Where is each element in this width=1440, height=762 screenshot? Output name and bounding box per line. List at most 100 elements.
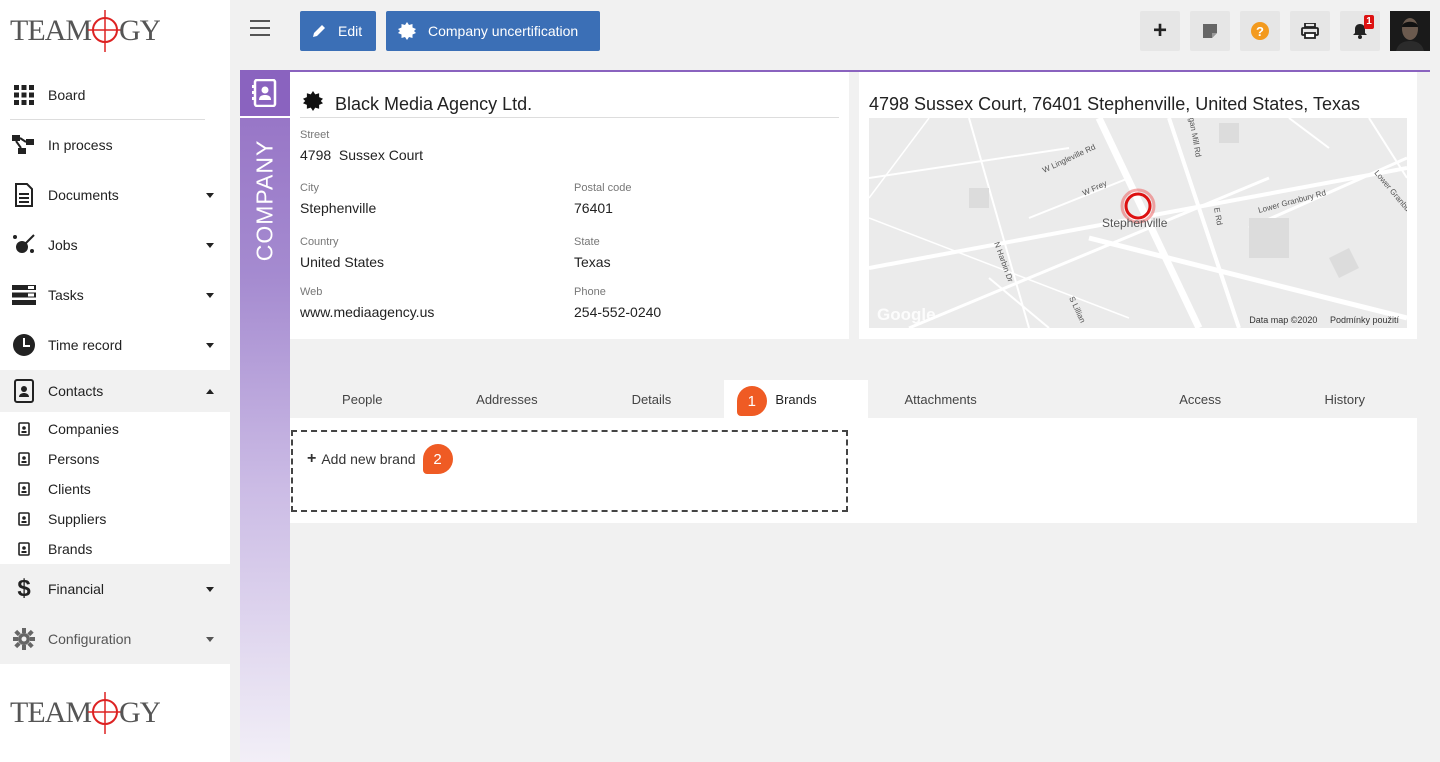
sidebar-item-label: Jobs [48, 237, 78, 253]
add-brand-dropzone[interactable]: + Add new brand 2 [291, 430, 848, 512]
sidebar-subitem-suppliers[interactable]: Suppliers [0, 504, 230, 534]
company-uncertification-button[interactable]: Company uncertification [386, 11, 600, 51]
add-new-brand-label: Add new brand [321, 451, 416, 467]
document-icon [12, 183, 36, 207]
field-label: State [574, 236, 600, 248]
tab-history[interactable]: History [1272, 380, 1417, 418]
brands-panel: + Add new brand 2 [290, 418, 1417, 523]
sidebar-subitem-label: Brands [48, 541, 93, 557]
sidebar-subitem-brands[interactable]: Brands [0, 534, 230, 564]
certified-badge-icon [303, 91, 323, 116]
contact-card-icon [16, 511, 32, 527]
teamogy-logo[interactable]: TEAM GY [10, 8, 162, 56]
notification-count-badge: 1 [1364, 15, 1374, 29]
tab-details[interactable]: Details [579, 380, 724, 418]
tab-brands[interactable]: 1 Brands [723, 380, 869, 418]
sidebar-item-label: Time record [48, 337, 123, 353]
sidebar-item-configuration[interactable]: Configuration [0, 614, 230, 664]
sidebar: TEAM GY Board In process Documents Jobs … [0, 0, 230, 762]
sidebar-subitem-companies[interactable]: Companies [0, 414, 230, 444]
hamburger-icon [250, 20, 270, 22]
user-avatar[interactable] [1390, 11, 1430, 51]
module-label: COMPANY [247, 130, 283, 270]
map-city-label: Stephenville [1102, 216, 1168, 230]
sidebar-nav: Board In process Documents Jobs Tasks Ti… [0, 70, 230, 664]
notes-button[interactable] [1190, 11, 1230, 51]
sidebar-item-tasks[interactable]: Tasks [0, 270, 230, 320]
web-link[interactable]: www.mediaagency.us [300, 304, 434, 320]
certificate-icon [398, 22, 416, 40]
user-avatar-icon [1390, 11, 1430, 51]
sidebar-item-label: Tasks [48, 287, 84, 303]
uncertification-button-label: Company uncertification [428, 23, 579, 39]
map-terms-link[interactable]: Podmínky použití [1330, 315, 1399, 325]
google-logo: Google [877, 305, 936, 324]
gear-icon [12, 627, 36, 651]
add-new-brand-button[interactable]: + Add new brand 2 [307, 444, 453, 474]
field-value: United States [300, 254, 385, 270]
sidebar-subitem-label: Suppliers [48, 511, 107, 527]
sidebar-subitem-persons[interactable]: Persons [0, 444, 230, 474]
tab-attachments[interactable]: Attachments [868, 380, 1013, 418]
field-label: Country [300, 236, 339, 248]
clock-icon [12, 333, 36, 357]
module-contacts-icon [240, 70, 290, 118]
chevron-down-icon [206, 243, 214, 248]
sidebar-item-contacts[interactable]: Contacts [0, 370, 230, 412]
help-button[interactable]: ? [1240, 11, 1280, 51]
chevron-down-icon [206, 193, 214, 198]
hamburger-line [250, 34, 270, 36]
menu-toggle-button[interactable] [250, 20, 270, 40]
svg-text:TEAM: TEAM [10, 696, 91, 729]
tab-access[interactable]: Access [1128, 380, 1273, 418]
field-label: Postal code [574, 182, 632, 194]
contact-card-icon [16, 451, 32, 467]
sidebar-item-in-process[interactable]: In process [0, 120, 230, 170]
step-marker-2: 2 [422, 444, 453, 474]
printer-icon [1301, 23, 1319, 39]
tab-label: Details [631, 391, 672, 407]
notifications-button[interactable]: 1 [1340, 11, 1380, 51]
logo-mark-icon: TEAM GY [10, 692, 162, 734]
teamogy-footer-logo: TEAM GY [10, 690, 162, 738]
tab-label: History [1324, 391, 1365, 407]
divider [300, 117, 839, 118]
print-button[interactable] [1290, 11, 1330, 51]
sidebar-subitem-clients[interactable]: Clients [0, 474, 230, 504]
add-button[interactable]: + [1140, 11, 1180, 51]
svg-text:W Frey: W Frey [1081, 179, 1108, 198]
help-icon: ? [1251, 22, 1269, 40]
contact-card-icon [16, 481, 32, 497]
plus-icon: + [307, 450, 317, 467]
sidebar-item-documents[interactable]: Documents [0, 170, 230, 220]
sidebar-item-label: Configuration [48, 631, 132, 647]
chevron-down-icon [206, 637, 214, 642]
step-marker-1: 1 [736, 386, 767, 416]
sidebar-item-financial[interactable]: $ Financial [0, 564, 230, 614]
contacts-submenu: Companies Persons Clients Suppliers Bran… [0, 412, 230, 564]
tab-label: Access [1179, 391, 1222, 407]
field-label: City [300, 182, 319, 194]
sidebar-item-board[interactable]: Board [0, 70, 230, 120]
svg-text:S Lillian: S Lillian [1067, 295, 1087, 324]
sidebar-item-jobs[interactable]: Jobs [0, 220, 230, 270]
sidebar-item-time-record[interactable]: Time record [0, 320, 230, 370]
city-field: City Stephenville [300, 182, 376, 216]
jobs-icon [12, 233, 36, 257]
phone-link[interactable]: 254-552-0240 [574, 304, 661, 320]
tab-people[interactable]: People [290, 380, 435, 418]
field-value: 76401 [574, 200, 613, 216]
field-value: Texas [574, 254, 611, 270]
svg-text:GY: GY [119, 696, 160, 729]
tab-addresses[interactable]: Addresses [435, 380, 580, 418]
map-card: 4798 Sussex Court, 76401 Stephenville, U… [859, 72, 1417, 339]
location-map[interactable]: W Lingleville Rd W Frey Lower Granbury R… [869, 118, 1407, 328]
logo-mark-icon: TEAM GY [10, 10, 162, 52]
edit-button[interactable]: Edit [300, 11, 376, 51]
map-footer: Data map ©2020 Podmínky použití [1249, 315, 1399, 325]
chevron-down-icon [206, 587, 214, 592]
contacts-icon [12, 379, 36, 403]
detail-tabs: People Addresses Details 1 Brands Attach… [290, 380, 1417, 418]
sticky-note-icon [1203, 24, 1217, 38]
sidebar-item-label: Documents [48, 187, 119, 203]
